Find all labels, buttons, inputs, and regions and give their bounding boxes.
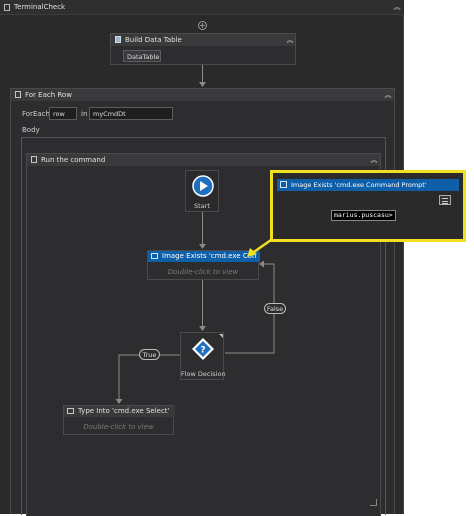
sequence-header[interactable]: TerminalCheck ︽	[0, 0, 404, 15]
connector-arrow	[199, 82, 206, 87]
image-icon	[151, 253, 158, 259]
body-label: Body	[22, 126, 40, 134]
flow-decision-label: Flow Decision	[181, 370, 226, 378]
type-into-header: Type Into 'cmd.exe Select'	[64, 406, 175, 417]
corner-marker-icon	[219, 334, 223, 338]
build-data-table-activity[interactable]: Build Data Table ︽ DataTable...	[110, 33, 296, 65]
type-into-title: Type Into 'cmd.exe Select'	[78, 407, 170, 415]
start-node[interactable]: Start	[185, 170, 219, 212]
for-each-row-title: For Each Row	[25, 91, 72, 99]
add-activity-icon[interactable]: +	[198, 21, 207, 30]
menu-icon[interactable]	[439, 195, 451, 205]
flowchart-title: Run the command	[41, 156, 106, 164]
flowchart-header: Run the command ︽	[27, 154, 380, 166]
connector-line	[202, 212, 203, 246]
type-into-activity[interactable]: Type Into 'cmd.exe Select' Double-click …	[63, 405, 175, 435]
type-into-icon	[67, 408, 74, 414]
collapse-chevron-icon[interactable]: ︽	[370, 156, 378, 164]
flowchart-icon	[31, 156, 37, 163]
collapse-chevron-icon[interactable]: ︽	[393, 3, 401, 11]
build-data-table-header: Build Data Table ︽	[111, 34, 295, 46]
image-icon	[280, 181, 287, 188]
start-label: Start	[194, 202, 210, 210]
sequence-icon	[4, 4, 10, 11]
collapse-chevron-icon[interactable]: ︽	[384, 91, 392, 99]
in-label: in	[81, 110, 88, 118]
build-data-table-title: Build Data Table	[125, 36, 182, 44]
play-icon	[192, 175, 214, 197]
for-each-icon	[15, 91, 21, 98]
sequence-title: TerminalCheck	[14, 3, 66, 11]
callout-arrow-icon	[247, 238, 272, 257]
connector-line	[202, 280, 203, 328]
true-connector	[115, 354, 180, 404]
callout-header: Image Exists 'cmd.exe Command Prompt'	[277, 179, 459, 191]
collection-input[interactable]: myCmdDt	[89, 107, 173, 120]
for-each-row-header: For Each Row ︽	[11, 89, 394, 101]
callout-title: Image Exists 'cmd.exe Command Prompt'	[291, 181, 427, 189]
svg-text:?: ?	[200, 346, 205, 356]
decision-diamond-icon: ?	[192, 338, 214, 360]
image-exists-callout: Image Exists 'cmd.exe Command Prompt' ma…	[270, 170, 466, 242]
false-label: False	[264, 303, 286, 314]
image-exists-title: Image Exists 'cmd.exe Con	[162, 252, 257, 260]
workflow-designer: TerminalCheck ︽ + Build Data Table ︽ Dat…	[0, 0, 404, 516]
collapse-chevron-icon[interactable]: ︽	[286, 36, 294, 44]
image-exists-header: Image Exists 'cmd.exe Con	[148, 251, 260, 262]
datatable-icon	[115, 36, 121, 43]
datatable-button[interactable]: DataTable...	[123, 50, 161, 62]
image-preview[interactable]: marius.puscasu>	[331, 210, 396, 221]
item-variable-input[interactable]: row	[49, 107, 77, 120]
connector-arrow	[199, 326, 206, 331]
resize-grip-icon[interactable]	[370, 499, 377, 506]
flow-decision-node[interactable]: ? Flow Decision	[180, 332, 226, 380]
true-label: True	[139, 349, 160, 360]
foreach-label: ForEach	[22, 110, 50, 118]
type-into-hint: Double-click to view	[83, 423, 154, 431]
connector-arrow	[199, 244, 206, 249]
